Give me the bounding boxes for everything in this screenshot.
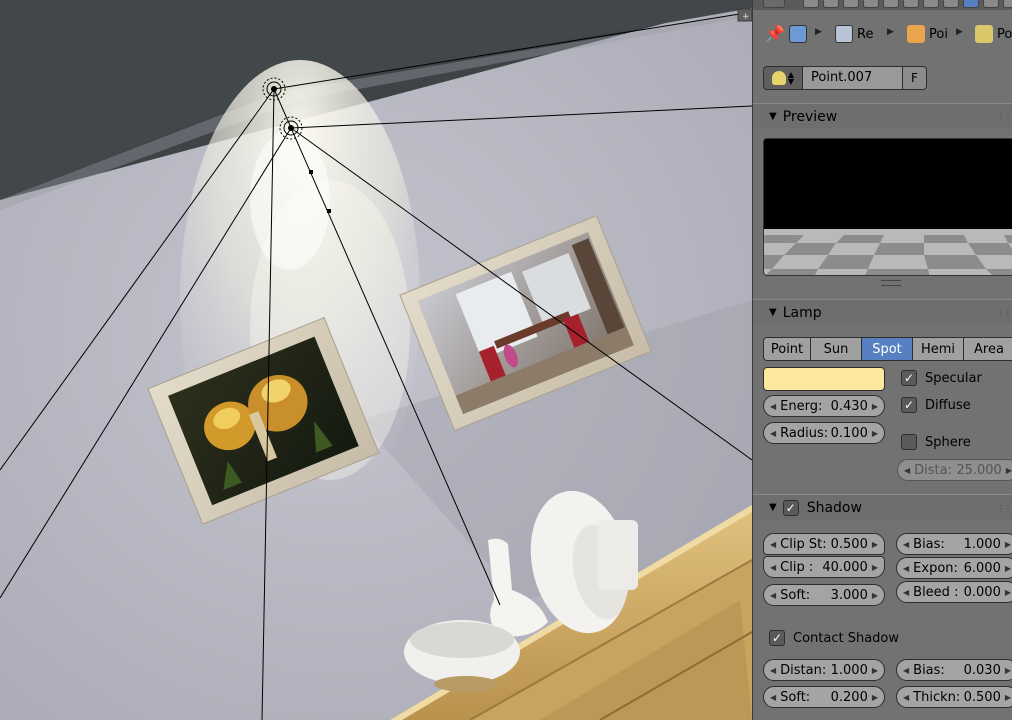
- lamp-color-swatch[interactable]: [763, 367, 885, 391]
- lamp-panel-header[interactable]: ▼ Lamp ⋮⋮: [753, 299, 1012, 325]
- radius-field[interactable]: ◀ Radius: 0.100 ▶: [763, 422, 885, 444]
- scene-tab-icon[interactable]: [843, 0, 859, 8]
- increment-arrow-icon[interactable]: ▶: [1005, 693, 1011, 702]
- editor-type-icon[interactable]: [763, 0, 785, 8]
- material-preview: [763, 138, 1012, 276]
- shadow-bias-field[interactable]: ◀ Bias: 1.000 ▶: [896, 533, 1012, 555]
- particles-tab-icon[interactable]: [1003, 0, 1012, 8]
- breadcrumb-object[interactable]: Poi: [907, 22, 948, 46]
- world-tab-icon[interactable]: [863, 0, 879, 8]
- shadow-exponent-field[interactable]: ◀ Expon: 6.000 ▶: [896, 557, 1012, 579]
- clip-end-field[interactable]: ◀ Clip :40.000 ▶: [763, 556, 885, 578]
- contact-distance-field[interactable]: ◀ Distan: 1.000 ▶: [763, 659, 885, 681]
- drag-grip-icon[interactable]: ⋮⋮: [997, 309, 1012, 318]
- increment-arrow-icon[interactable]: ▶: [872, 591, 878, 600]
- increment-arrow-icon[interactable]: ▶: [872, 540, 878, 549]
- object-tab-icon[interactable]: [883, 0, 899, 8]
- lamp-data-icon: [975, 25, 993, 43]
- contact-thickness-field[interactable]: ◀ Thickn: 0.500 ▶: [896, 686, 1012, 708]
- contact-bias-field[interactable]: ◀ Bias: 0.030 ▶: [896, 659, 1012, 681]
- increment-arrow-icon[interactable]: ▶: [1005, 564, 1011, 573]
- lamp-type-sun-button[interactable]: Sun: [810, 337, 862, 361]
- shadow-bleed-field[interactable]: ◀ Bleed :0.000 ▶: [896, 581, 1012, 603]
- breadcrumb-render-layer[interactable]: Re: [835, 22, 873, 46]
- render-tab-icon[interactable]: [803, 0, 819, 8]
- chevron-right-icon: ▶: [815, 27, 822, 37]
- distance-field[interactable]: ◀ Dista: 25.000 ▶: [897, 459, 1012, 481]
- preview-panel-title: Preview: [782, 108, 838, 125]
- texture-tab-icon[interactable]: [983, 0, 999, 8]
- specular-checkbox[interactable]: ✓ Specular: [901, 370, 982, 386]
- lamp-data-tab-icon[interactable]: [963, 0, 979, 8]
- unchecked-box-icon: [901, 434, 917, 450]
- contact-soft-field[interactable]: ◀ Soft: 0.200 ▶: [763, 686, 885, 708]
- breadcrumb-world[interactable]: [789, 22, 811, 46]
- properties-editor: 📌 ▶ Re ▶ Poi ▶ Po ▲ ▼ Point.007 F ▼ Prev…: [752, 0, 1012, 720]
- lamp-type-spot-button[interactable]: Spot: [861, 337, 913, 361]
- pin-icon[interactable]: 📌: [765, 24, 785, 43]
- lamp-icon: [771, 71, 786, 85]
- increment-arrow-icon[interactable]: ▶: [1005, 540, 1011, 549]
- increment-arrow-icon[interactable]: ▶: [872, 693, 878, 702]
- shadow-panel-header[interactable]: ▼ ✓ Shadow ⋮⋮: [753, 494, 1012, 520]
- breadcrumb: 📌 ▶ Re ▶ Poi ▶ Po: [753, 18, 1012, 52]
- up-down-arrows-icon: ▲ ▼: [787, 70, 795, 86]
- 3d-viewport[interactable]: +: [0, 0, 752, 720]
- shadow-panel-title: Shadow: [806, 499, 862, 516]
- lamp-type-selector: Point Sun Spot Hemi Area: [763, 337, 1012, 361]
- lamp-type-point-button[interactable]: Point: [763, 337, 811, 361]
- preview-panel-header[interactable]: ▼ Preview ⋮⋮: [753, 103, 1012, 129]
- drag-grip-icon[interactable]: ⋮⋮: [997, 504, 1012, 513]
- clip-start-field[interactable]: ◀ Clip St: 0.500 ▶: [763, 533, 885, 555]
- object-cube-icon: [907, 25, 925, 43]
- lamp-panel-title: Lamp: [782, 304, 822, 321]
- collapse-triangle-icon: ▼: [769, 307, 777, 318]
- lamp-browse-button[interactable]: ▲ ▼: [763, 66, 803, 90]
- contact-shadow-checkbox[interactable]: ✓ Contact Shadow: [769, 630, 899, 646]
- viewport-scene: +: [0, 0, 752, 720]
- fake-user-button[interactable]: F: [903, 66, 927, 90]
- increment-arrow-icon[interactable]: ▶: [1006, 466, 1012, 475]
- increment-arrow-icon[interactable]: ▶: [1005, 666, 1011, 675]
- collapse-triangle-icon: ▼: [769, 111, 777, 122]
- lamp-type-area-button[interactable]: Area: [963, 337, 1012, 361]
- increment-arrow-icon[interactable]: ▶: [872, 666, 878, 675]
- checkmark-icon: ✓: [901, 370, 917, 386]
- modifiers-tab-icon[interactable]: [923, 0, 939, 8]
- chevron-right-icon: ▶: [887, 27, 894, 37]
- increment-arrow-icon[interactable]: ▶: [1005, 588, 1011, 597]
- svg-text:+: +: [742, 12, 750, 22]
- increment-arrow-icon[interactable]: ▶: [872, 402, 878, 411]
- checkmark-icon: ✓: [769, 630, 785, 646]
- breadcrumb-lamp-data[interactable]: Po: [975, 22, 1012, 46]
- drag-grip-icon[interactable]: ⋮⋮: [997, 113, 1012, 122]
- diffuse-checkbox[interactable]: ✓ Diffuse: [901, 397, 971, 413]
- increment-arrow-icon[interactable]: ▶: [872, 563, 878, 572]
- collapse-triangle-icon: ▼: [769, 502, 777, 513]
- datablock-selector: ▲ ▼ Point.007 F: [763, 66, 927, 90]
- datablock-name-field[interactable]: Point.007: [803, 66, 903, 90]
- increment-arrow-icon[interactable]: ▶: [872, 429, 878, 438]
- lamp-type-hemi-button[interactable]: Hemi: [912, 337, 964, 361]
- physics-tab-icon[interactable]: [943, 0, 959, 8]
- chevron-right-icon: ▶: [956, 27, 963, 37]
- checkmark-icon: ✓: [901, 397, 917, 413]
- shadow-enable-checkbox[interactable]: ✓: [782, 499, 799, 516]
- render-layers-tab-icon[interactable]: [823, 0, 839, 8]
- sphere-checkbox[interactable]: Sphere: [901, 434, 971, 450]
- preview-resize-handle[interactable]: [881, 280, 901, 286]
- world-texture-icon: [789, 25, 807, 43]
- context-tabs: [753, 0, 1012, 10]
- shadow-soft-field[interactable]: ◀ Soft: 3.000 ▶: [763, 584, 885, 606]
- constraints-tab-icon[interactable]: [903, 0, 919, 8]
- render-layer-icon: [835, 25, 853, 43]
- checker-floor-preview: [764, 139, 1012, 275]
- energy-field[interactable]: ◀ Energ: 0.430 ▶: [763, 395, 885, 417]
